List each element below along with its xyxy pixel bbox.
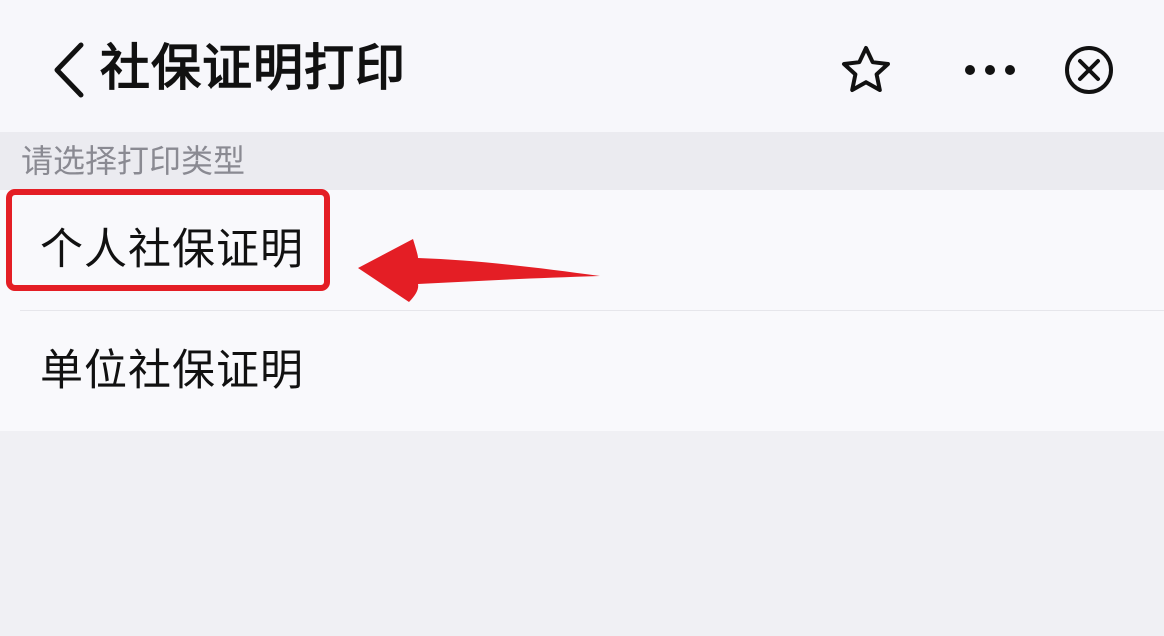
more-options-button[interactable]: [958, 38, 1022, 102]
personal-certificate-label: 个人社保证明: [40, 225, 304, 275]
company-certificate-label: 单位社保证明: [40, 346, 304, 396]
favorite-button[interactable]: [834, 38, 898, 102]
close-button[interactable]: [1057, 38, 1121, 102]
star-icon: [842, 46, 890, 92]
social-security-print-page: 社保证明打印 请选择打印类型 个人社保证明 单位社保证明: [0, 0, 1164, 636]
chevron-left-icon: [54, 42, 84, 98]
ellipsis-icon: [965, 65, 1015, 75]
red-arrow-annotation-icon: [358, 239, 600, 302]
close-circle-icon: [1065, 46, 1113, 94]
back-button[interactable]: [45, 30, 93, 110]
page-title: 社保证明打印: [100, 39, 406, 97]
print-type-section-label: 请选择打印类型: [21, 142, 246, 180]
navigation-bar: 社保证明打印: [0, 0, 1164, 132]
